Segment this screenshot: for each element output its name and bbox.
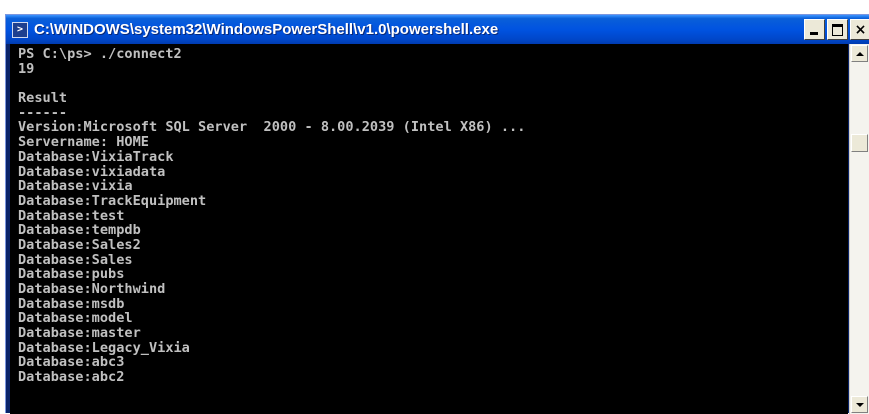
- window-title: C:\WINDOWS\system32\WindowsPowerShell\v1…: [34, 21, 499, 38]
- console-line: PS C:\ps> ./connect2: [18, 46, 182, 62]
- scroll-up-button[interactable]: [851, 45, 868, 62]
- maximize-button[interactable]: [827, 19, 848, 40]
- close-icon: ×: [854, 21, 867, 38]
- console-line: ------: [18, 104, 68, 121]
- console-line: Database:pubs: [18, 266, 125, 283]
- console-line: Database:VixiaTrack: [18, 148, 174, 165]
- console-line: Database:msdb: [18, 295, 125, 312]
- console-line: Servername: HOME: [18, 134, 149, 151]
- console-line: Result: [18, 90, 68, 107]
- console-output[interactable]: PS C:\ps> ./connect2 19 Result ------ Versio…: [10, 44, 848, 414]
- console-line: Database:abc2: [18, 369, 125, 386]
- console-line: Database:tempdb: [18, 222, 141, 239]
- console-line: Database:Sales: [18, 251, 133, 268]
- vertical-scrollbar[interactable]: [849, 44, 869, 414]
- scroll-thumb[interactable]: [851, 134, 868, 152]
- console-text: PS C:\ps> ./connect2 19 Result ------ Versio…: [10, 44, 848, 385]
- arrow-up-icon: [855, 51, 864, 56]
- console-line: Database:Legacy_Vixia: [18, 339, 190, 356]
- console-line: Database:abc3: [18, 354, 125, 371]
- scroll-down-button[interactable]: [851, 396, 868, 413]
- close-button[interactable]: ×: [850, 19, 869, 40]
- maximize-icon: [832, 24, 843, 36]
- title-bar[interactable]: > C:\WINDOWS\system32\WindowsPowerShell\…: [6, 15, 869, 44]
- console-line: Database:vixia: [18, 178, 133, 195]
- powershell-icon[interactable]: >: [12, 21, 28, 38]
- arrow-down-icon: [855, 402, 864, 407]
- window-controls: ×: [804, 19, 869, 40]
- console-line: Database:Northwind: [18, 281, 166, 297]
- minimize-icon: [810, 32, 818, 35]
- console-line: Database:master: [18, 325, 141, 342]
- console-line: Database:model: [18, 310, 133, 327]
- console-line: Database:TrackEquipment: [18, 192, 207, 209]
- console-line: Database:vixiadata: [18, 163, 166, 180]
- console-line: Database:test: [18, 207, 125, 224]
- console-line: Version:Microsoft SQL Server 2000 - 8.00…: [18, 119, 526, 136]
- minimize-button[interactable]: [804, 19, 825, 40]
- powershell-window: > C:\WINDOWS\system32\WindowsPowerShell\…: [5, 14, 869, 414]
- console-line: 19: [18, 60, 35, 77]
- console-line: Database:Sales2: [18, 236, 141, 253]
